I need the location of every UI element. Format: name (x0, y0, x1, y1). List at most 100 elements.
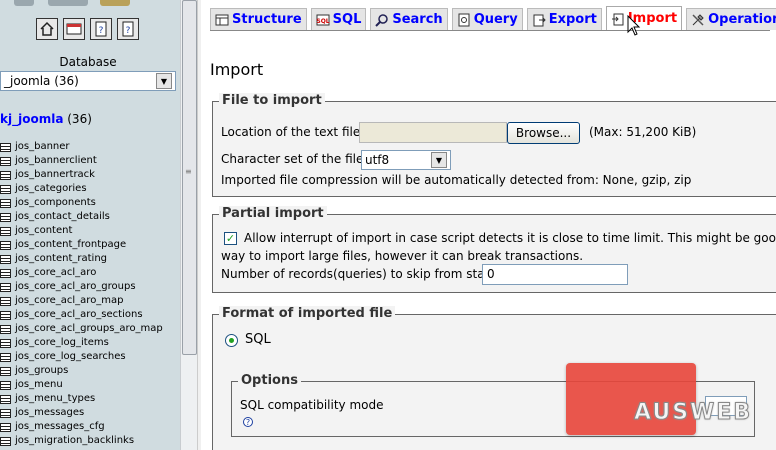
table-icon[interactable] (0, 338, 11, 348)
table-name[interactable]: jos_content_rating (15, 252, 107, 266)
table-name[interactable]: jos_core_acl_aro_groups (15, 280, 136, 294)
table-name[interactable]: jos_bannerclient (15, 154, 97, 168)
table-name[interactable]: jos_core_acl_groups_aro_map (15, 322, 163, 336)
tab-operations[interactable]: Operations (686, 8, 776, 30)
phpmyadmin-logo[interactable] (0, 0, 180, 12)
table-list-item[interactable]: jos_messages (0, 406, 163, 420)
tab-label: Operations (708, 12, 776, 27)
table-list-item[interactable]: jos_migration_backlinks (0, 434, 163, 448)
table-name[interactable]: jos_contact_details (15, 210, 110, 224)
table-icon[interactable] (0, 408, 11, 418)
table-list-item[interactable]: jos_core_acl_aro_sections (0, 308, 163, 322)
chevron-down-icon[interactable]: ▼ (156, 73, 172, 89)
table-icon[interactable] (0, 310, 11, 320)
table-list-item[interactable]: jos_content (0, 224, 163, 238)
query-window-icon[interactable] (63, 18, 85, 40)
table-icon[interactable] (0, 212, 11, 222)
table-name[interactable]: jos_core_acl_aro_sections (15, 308, 143, 322)
table-icon[interactable] (0, 324, 11, 334)
tab-search[interactable]: Search (370, 8, 448, 30)
table-icon[interactable] (0, 422, 11, 432)
sql-format-radio[interactable] (225, 334, 238, 347)
allow-interrupt-label-line1: Allow interrupt of import in case script… (244, 231, 776, 245)
table-name[interactable]: jos_core_acl_aro (15, 266, 96, 280)
table-icon[interactable] (0, 394, 11, 404)
charset-label: Character set of the file: (221, 152, 368, 166)
tab-sql[interactable]: SQL SQL (310, 8, 367, 30)
table-name[interactable]: jos_messages_cfg (15, 420, 105, 434)
table-icon[interactable] (0, 296, 11, 306)
table-name[interactable]: jos_bannertrack (15, 168, 95, 182)
table-list-item[interactable]: jos_core_acl_aro_map (0, 294, 163, 308)
table-list-item[interactable]: jos_messages_cfg (0, 420, 163, 434)
table-icon[interactable] (0, 254, 11, 264)
database-select[interactable]: _joomla (36) ▼ (0, 71, 176, 91)
table-icon[interactable] (0, 352, 11, 362)
table-list: jos_banner jos_bannerclient jos_bannertrac… (0, 140, 163, 448)
table-list-item[interactable]: jos_core_log_items (0, 336, 163, 350)
tab-structure[interactable]: Structure (210, 8, 307, 30)
table-icon[interactable] (0, 436, 11, 446)
table-icon[interactable] (0, 184, 11, 194)
table-name[interactable]: jos_categories (15, 182, 87, 196)
chevron-down-icon[interactable]: ▼ (431, 152, 447, 168)
charset-select[interactable]: utf8 ▼ (361, 150, 451, 170)
scrollbar-thumb[interactable] (182, 0, 197, 355)
table-name[interactable]: jos_menu (15, 378, 63, 392)
table-icon[interactable] (0, 268, 11, 278)
table-list-item[interactable]: jos_menu_types (0, 392, 163, 406)
table-name[interactable]: jos_content_frontpage (15, 238, 126, 252)
table-list-item[interactable]: jos_menu (0, 378, 163, 392)
table-icon[interactable] (0, 142, 11, 152)
database-name-link[interactable]: kj_joomla (0, 112, 63, 126)
file-path-input[interactable] (359, 122, 507, 143)
table-name[interactable]: jos_core_acl_aro_map (15, 294, 124, 308)
tab-query[interactable]: Query (451, 8, 523, 30)
table-list-item[interactable]: jos_contact_details (0, 210, 163, 224)
table-name[interactable]: jos_groups (15, 364, 68, 378)
navigation-scrollbar[interactable]: ≡ (180, 0, 197, 450)
table-icon[interactable] (0, 380, 11, 390)
sql-docs-icon[interactable]: ? (117, 18, 139, 40)
table-icon[interactable] (0, 226, 11, 236)
table-list-item[interactable]: jos_content_rating (0, 252, 163, 266)
table-icon[interactable] (0, 282, 11, 292)
fieldset-legend: File to import (219, 93, 325, 108)
table-list-item[interactable]: jos_bannertrack (0, 168, 163, 182)
table-name[interactable]: jos_core_log_items (15, 336, 109, 350)
svg-text:?: ? (99, 26, 104, 36)
file-to-import-fieldset: File to import Location of the text file… (212, 93, 776, 197)
tab-export[interactable]: Export (526, 8, 602, 30)
table-list-item[interactable]: jos_categories (0, 182, 163, 196)
browse-button[interactable]: Browse... (507, 122, 580, 144)
logo-fragment (48, 0, 88, 6)
documentation-icon[interactable]: ? (90, 18, 112, 40)
table-list-item[interactable]: jos_core_acl_aro_groups (0, 280, 163, 294)
table-list-item[interactable]: jos_core_acl_aro (0, 266, 163, 280)
table-list-item[interactable]: jos_core_log_searches (0, 350, 163, 364)
table-list-item[interactable]: jos_groups (0, 364, 163, 378)
table-icon[interactable] (0, 198, 11, 208)
table-name[interactable]: jos_components (15, 196, 96, 210)
table-icon[interactable] (0, 156, 11, 166)
table-icon[interactable] (0, 366, 11, 376)
table-list-item[interactable]: jos_components (0, 196, 163, 210)
tab-import[interactable]: Import (605, 6, 683, 30)
home-icon[interactable] (36, 18, 58, 40)
skip-records-input[interactable]: 0 (482, 264, 628, 285)
table-name[interactable]: jos_content (15, 224, 72, 238)
table-list-item[interactable]: jos_content_frontpage (0, 238, 163, 252)
table-name[interactable]: jos_banner (15, 140, 70, 154)
help-icon[interactable]: ? (243, 417, 253, 427)
table-name[interactable]: jos_menu_types (15, 392, 95, 406)
table-name[interactable]: jos_core_log_searches (15, 350, 126, 364)
table-name[interactable]: jos_messages (15, 406, 84, 420)
table-icon[interactable] (0, 240, 11, 250)
table-icon[interactable] (0, 170, 11, 180)
allow-interrupt-checkbox[interactable]: ✓ (224, 232, 237, 245)
watermark-text: AUSWEB (633, 400, 753, 426)
table-name[interactable]: jos_migration_backlinks (15, 434, 134, 448)
table-list-item[interactable]: jos_core_acl_groups_aro_map (0, 322, 163, 336)
table-list-item[interactable]: jos_bannerclient (0, 154, 163, 168)
table-list-item[interactable]: jos_banner (0, 140, 163, 154)
